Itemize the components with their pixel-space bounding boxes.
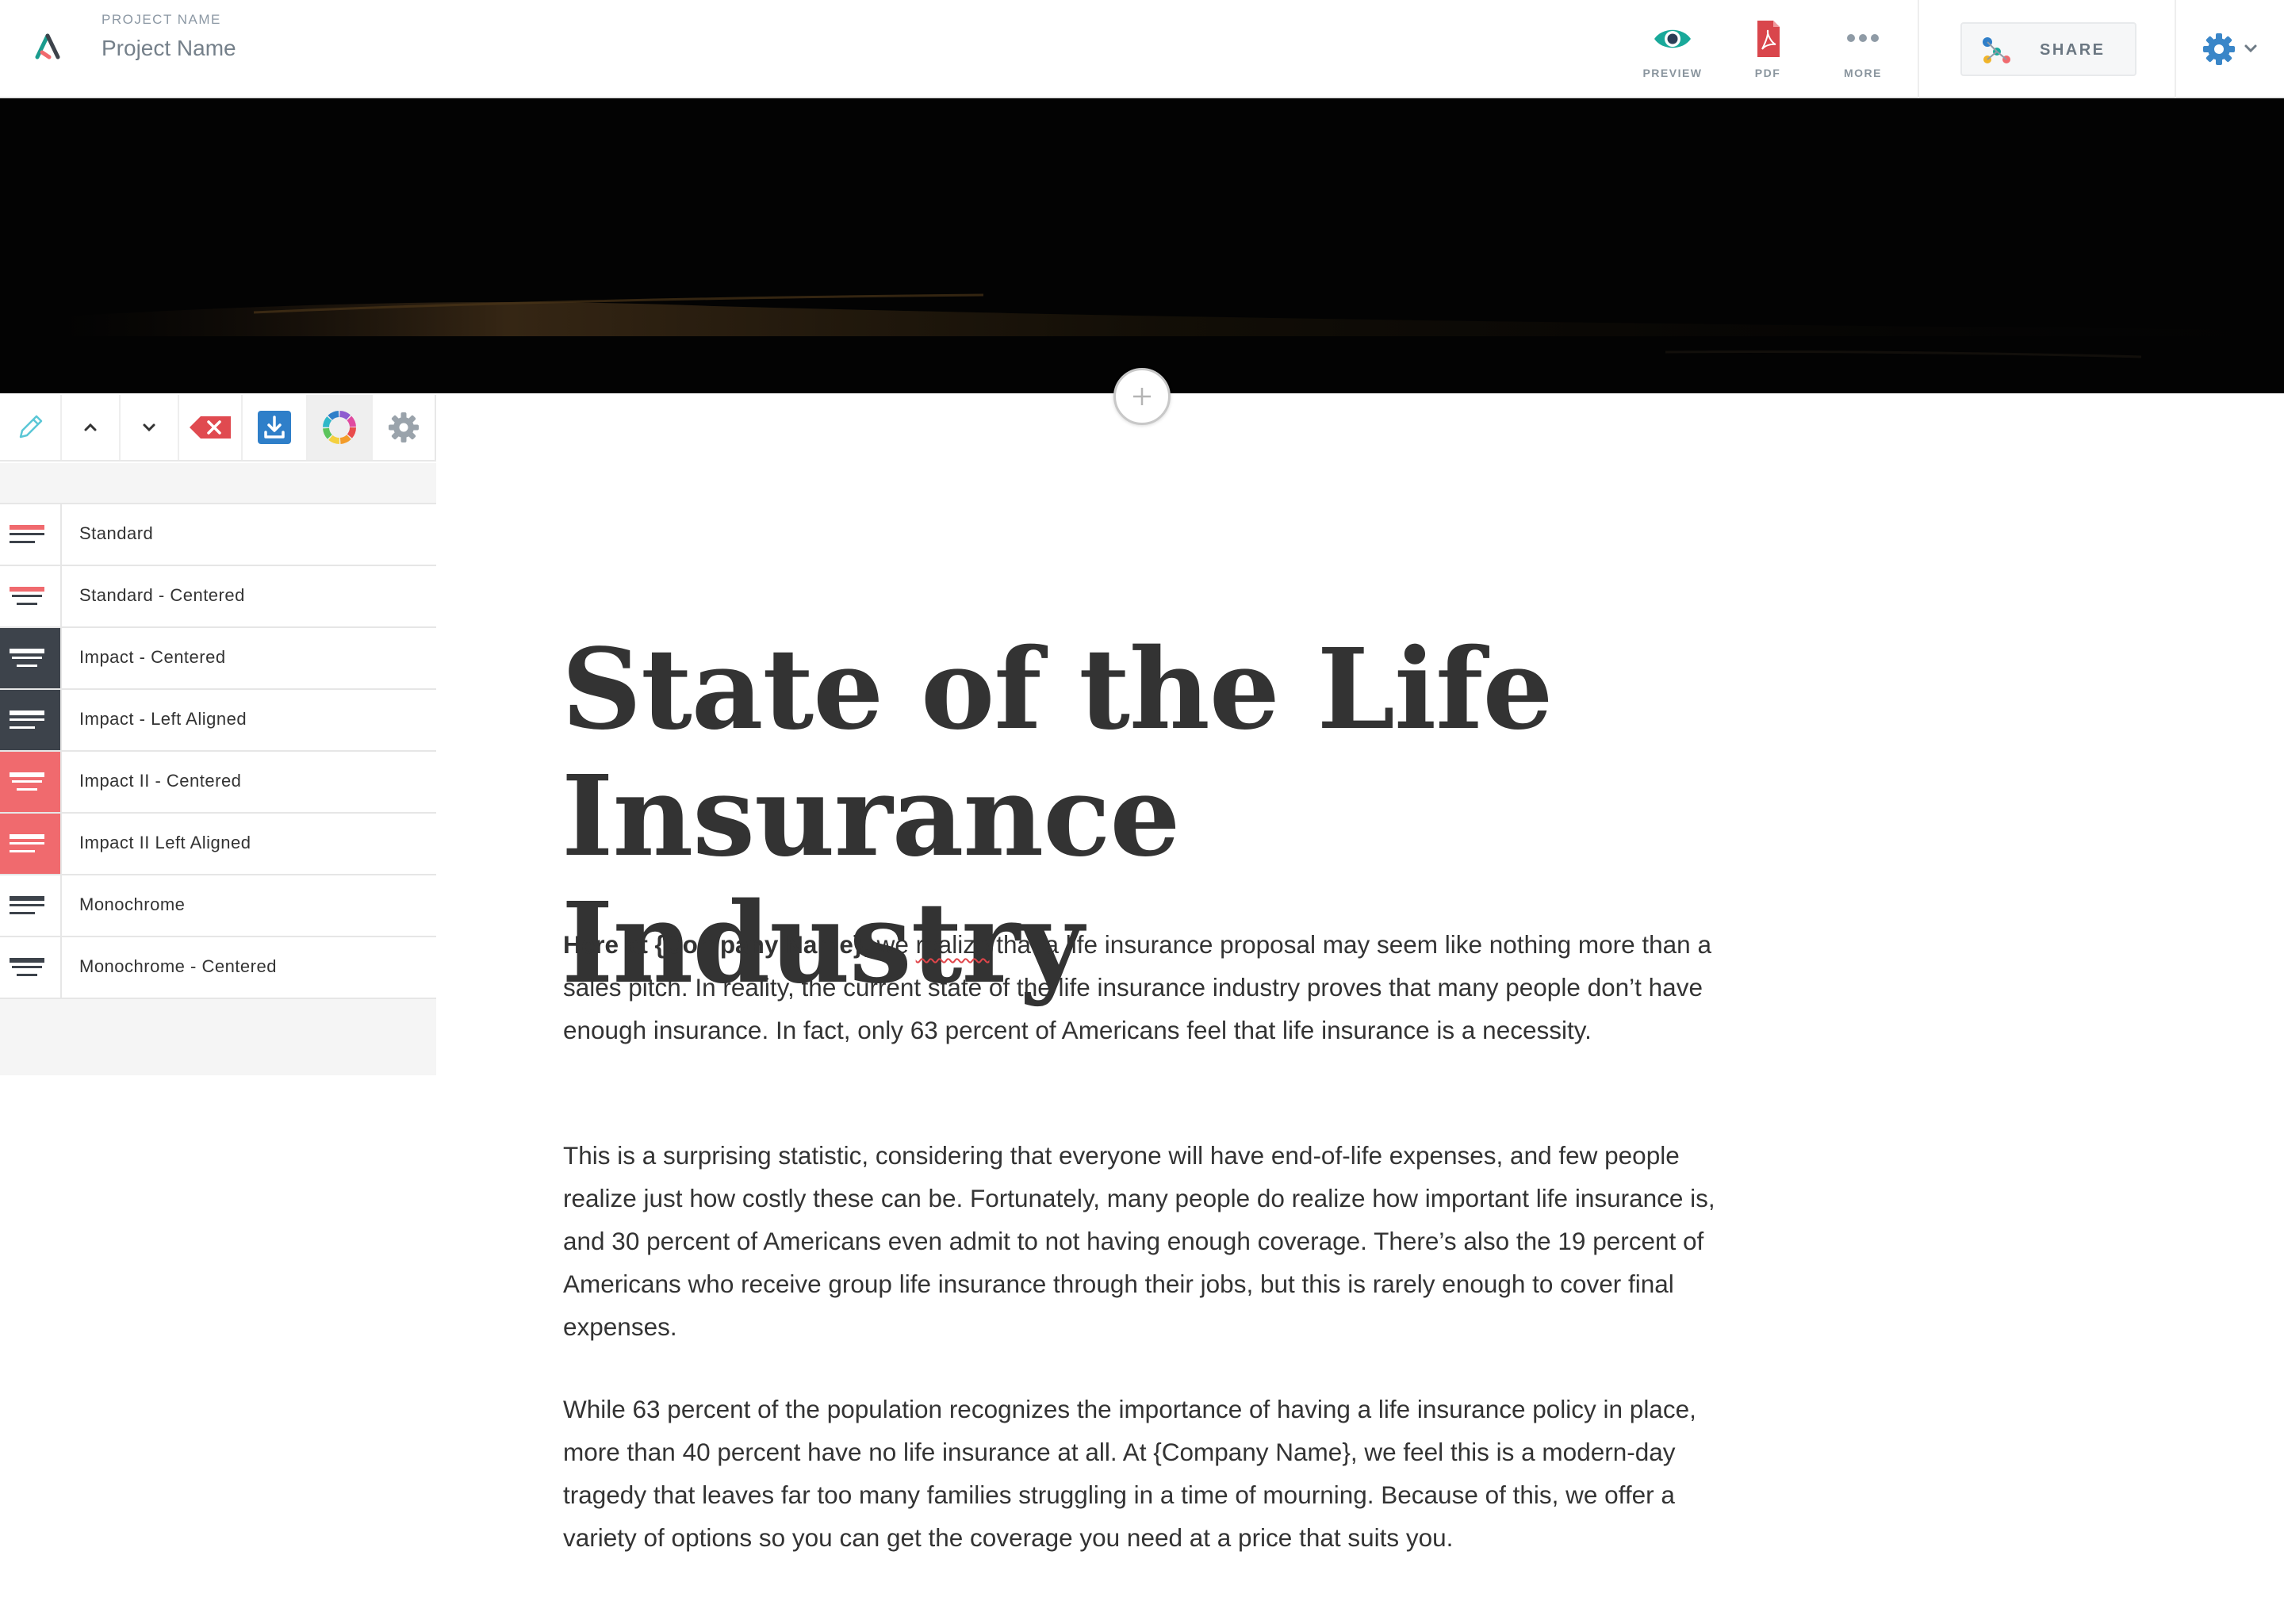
theme-swatch-icon xyxy=(0,814,62,874)
theme-option[interactable]: Impact - Centered xyxy=(0,628,436,690)
theme-swatch-icon xyxy=(0,566,62,626)
chevron-down-icon xyxy=(143,423,155,432)
add-section-button[interactable] xyxy=(1113,368,1171,425)
eye-icon xyxy=(1654,29,1691,48)
paragraph-1[interactable]: Here at {Company Name}, we realize that … xyxy=(563,923,1721,1051)
preview-button[interactable]: PREVIEW xyxy=(1629,14,1716,86)
theme-label: Impact II Left Aligned xyxy=(79,833,251,852)
theme-swatch-icon xyxy=(0,504,62,565)
move-down-button[interactable] xyxy=(121,395,179,460)
theme-option[interactable]: Impact II Left Aligned xyxy=(0,814,436,875)
move-up-button[interactable] xyxy=(62,395,121,460)
edit-button[interactable] xyxy=(0,395,62,460)
theme-option[interactable]: Standard - Centered xyxy=(0,566,436,628)
theme-option[interactable]: Impact II - Centered xyxy=(0,752,436,814)
pdf-button[interactable]: PDF xyxy=(1724,14,1811,86)
theme-panel: Standard Standard - Centered Impact - Cent… xyxy=(0,463,436,1075)
paragraph-2[interactable]: This is a surprising statistic, consider… xyxy=(563,1134,1721,1348)
theme-label: Impact - Left Aligned xyxy=(79,709,247,729)
theme-swatch-icon xyxy=(0,752,62,812)
theme-swatch-icon xyxy=(0,628,62,688)
color-wheel-icon xyxy=(323,411,356,444)
plus-icon xyxy=(1133,388,1151,405)
theme-option[interactable]: Impact - Left Aligned xyxy=(0,690,436,752)
company-name-bold: Here at {Company Name}, xyxy=(563,930,870,959)
theme-list: Standard Standard - Centered Impact - Cent… xyxy=(0,503,436,999)
theme-swatch-icon xyxy=(0,875,62,936)
paragraph-3[interactable]: While 63 percent of the population recog… xyxy=(563,1388,1721,1559)
pdf-icon xyxy=(1757,21,1780,57)
delete-icon xyxy=(190,416,231,439)
more-dots-icon xyxy=(1847,34,1879,42)
theme-option[interactable]: Monochrome - Centered xyxy=(0,937,436,999)
preview-label: PREVIEW xyxy=(1642,67,1703,79)
top-bar: PROJECT NAME Project Name PREVIEW PDF MO… xyxy=(0,0,2284,98)
divider xyxy=(2175,0,2176,98)
theme-swatch-icon xyxy=(0,690,62,750)
spellcheck-word[interactable]: realize xyxy=(916,930,990,959)
share-label: SHARE xyxy=(2040,41,2106,59)
save-block-button[interactable] xyxy=(243,395,308,460)
pencil-icon xyxy=(19,415,43,439)
theme-option[interactable]: Monochrome xyxy=(0,875,436,937)
theme-swatch-icon xyxy=(0,937,62,998)
theme-option[interactable]: Standard xyxy=(0,504,436,566)
share-button[interactable]: SHARE xyxy=(1960,22,2136,76)
theme-label: Impact II - Centered xyxy=(79,771,242,791)
theme-label: Monochrome xyxy=(79,894,186,914)
theme-label: Standard xyxy=(79,523,154,543)
delete-button[interactable] xyxy=(179,395,243,460)
theme-button[interactable] xyxy=(308,395,373,460)
app-logo[interactable] xyxy=(33,33,62,62)
download-icon xyxy=(258,411,291,444)
night-landscape-image xyxy=(63,293,2284,358)
hero-image[interactable] xyxy=(0,98,2284,393)
editor-window: PROJECT NAME Project Name PREVIEW PDF MO… xyxy=(0,0,2284,1624)
pdf-label: PDF xyxy=(1754,67,1781,79)
more-label: MORE xyxy=(1844,67,1882,79)
block-settings-button[interactable] xyxy=(373,395,435,460)
theme-label: Standard - Centered xyxy=(79,585,245,605)
project-name[interactable]: Project Name xyxy=(102,36,236,61)
project-label: PROJECT NAME xyxy=(102,12,221,27)
theme-label: Monochrome - Centered xyxy=(79,956,277,976)
theme-label: Impact - Centered xyxy=(79,647,226,667)
divider xyxy=(1918,0,1919,98)
block-toolbar xyxy=(0,395,436,462)
settings-button[interactable] xyxy=(2197,30,2268,68)
paragraph-1-text-a: we xyxy=(869,930,916,959)
more-button[interactable]: MORE xyxy=(1819,14,1907,86)
share-icon xyxy=(1983,37,2010,63)
gear-icon xyxy=(389,412,419,442)
gear-icon xyxy=(2203,33,2257,65)
chevron-up-icon xyxy=(84,423,97,431)
